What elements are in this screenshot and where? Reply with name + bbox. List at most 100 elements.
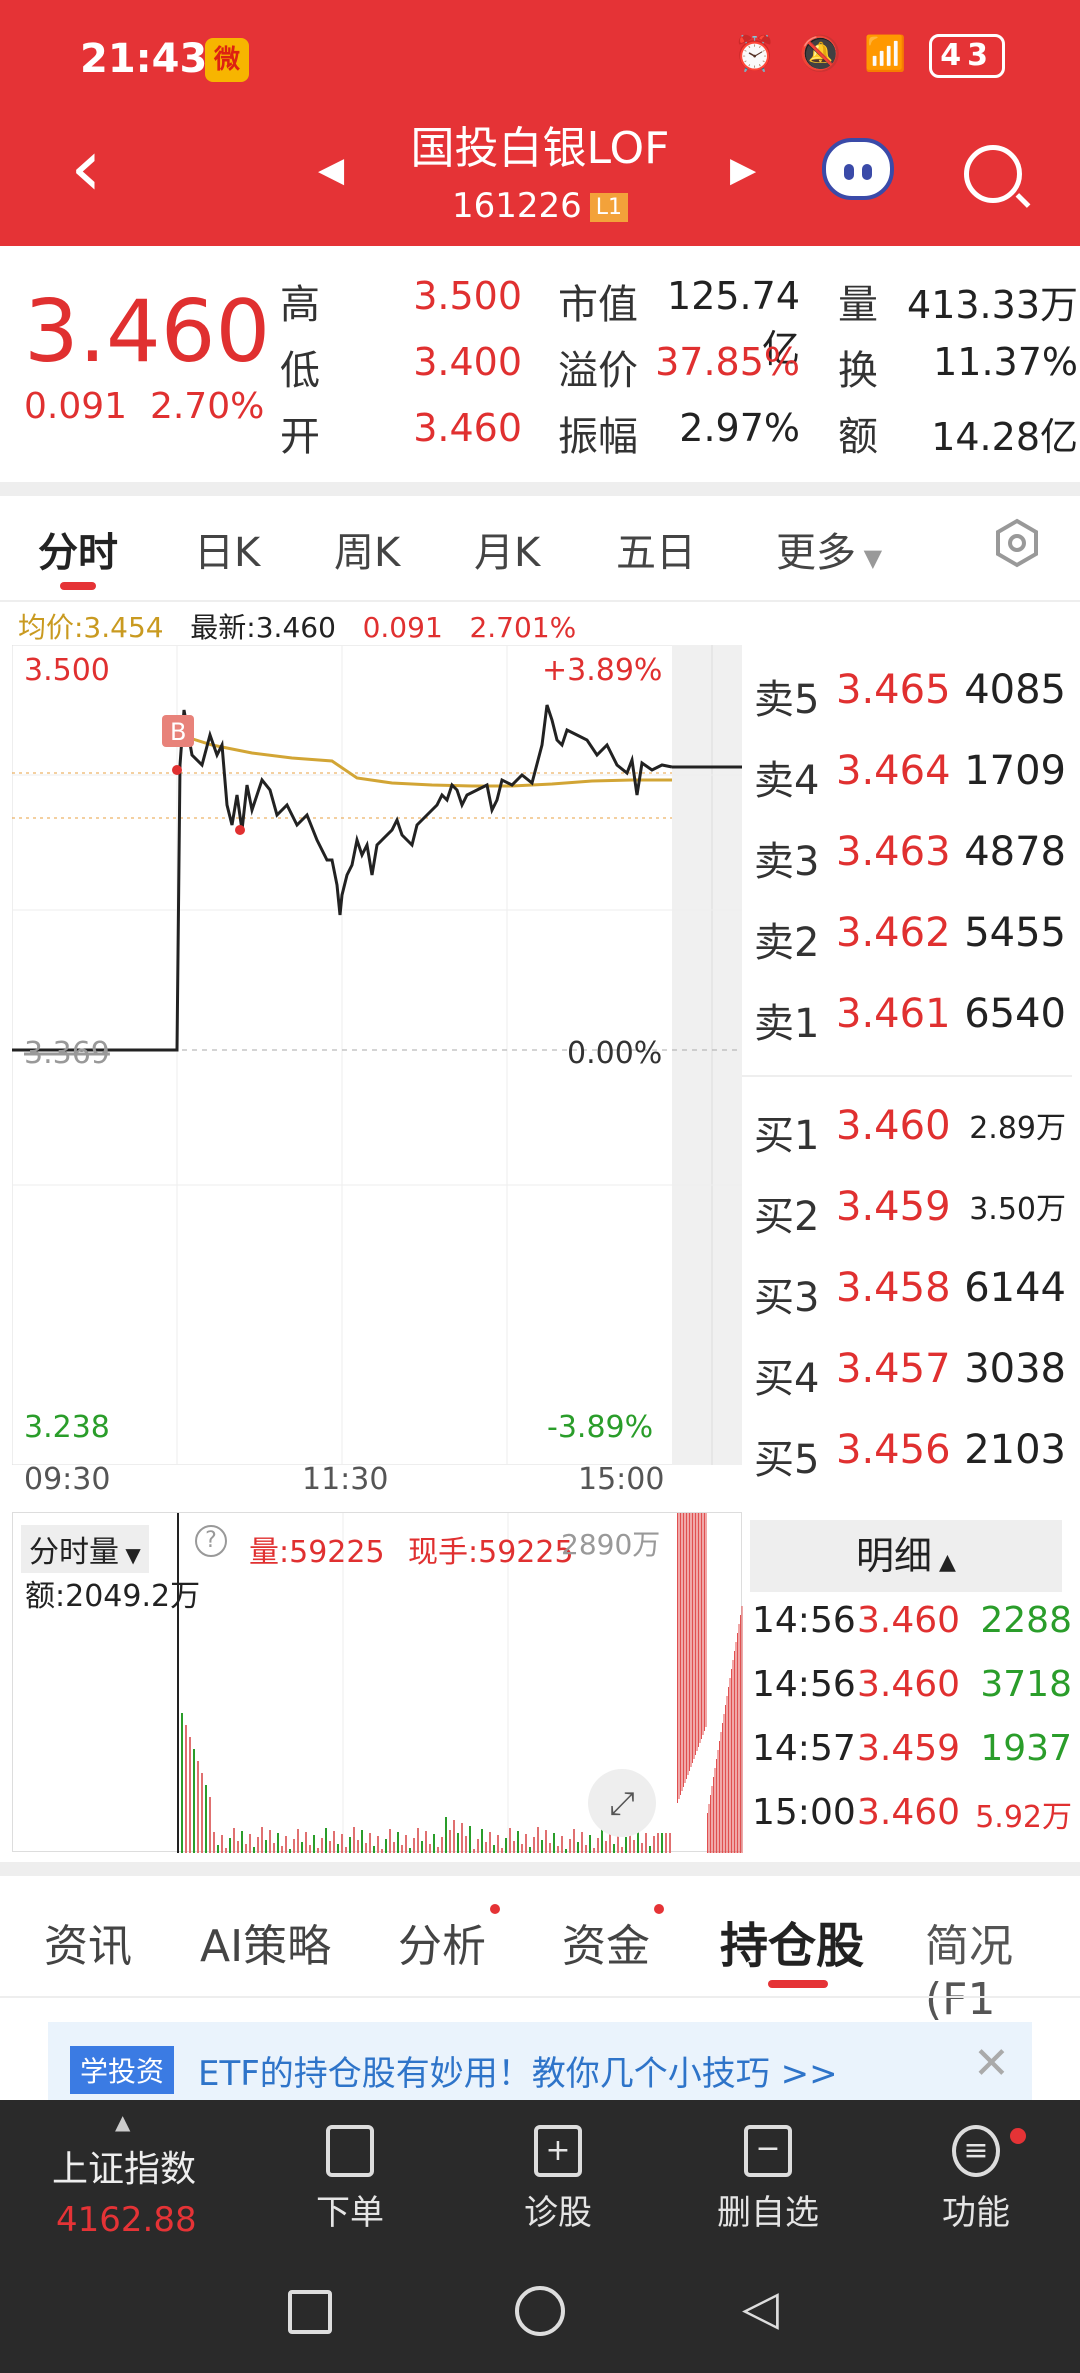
tab-weekly-k[interactable]: 周K [334, 520, 400, 578]
tip-banner[interactable]: 学投资 ETF的持仓股有妙用！教你几个小技巧 >> ✕ [48, 2022, 1032, 2110]
buy-qty: 3038 [964, 1346, 1066, 1392]
sell-order-row[interactable]: 卖2 3.462 5455 [742, 910, 1080, 970]
time-axis: 09:30 11:30 15:00 [0, 1462, 745, 1502]
buy-order-row[interactable]: 买1 3.460 2.89万 [742, 1103, 1080, 1163]
intraday-chart[interactable]: B 3.500 +3.89% 3.369 0.00% 3.238 -3.89% [11, 644, 743, 1466]
time-1500: 15:00 [578, 1462, 665, 1497]
index-value: 4162.88 [56, 2200, 197, 2240]
tab-funds[interactable]: 资金 [562, 1910, 650, 1974]
volume-bar [225, 1848, 227, 1853]
volume-bar [265, 1840, 267, 1853]
buy-qty: 2.89万 [969, 1111, 1066, 1146]
tab-profile[interactable]: 简况(F1 [925, 1910, 1080, 2025]
volume-bar [714, 1768, 716, 1853]
nav-remove-watch[interactable]: − 删自选 [708, 2125, 828, 2234]
volume-bar [593, 1848, 595, 1853]
tab-more[interactable]: 更多 ▼ [776, 520, 882, 578]
home-icon[interactable] [515, 2286, 565, 2336]
buy-marker-label: B [170, 718, 186, 746]
sell-qty: 5455 [964, 910, 1066, 956]
volume-bar [373, 1846, 375, 1853]
caret-down-icon: ▼ [119, 1543, 141, 1567]
tab-holdings[interactable]: 持仓股 [720, 1906, 864, 1976]
nav-diagnose[interactable]: + 诊股 [508, 2125, 608, 2234]
volume-bar [421, 1841, 423, 1853]
volume-bar [704, 1513, 705, 1731]
tab-ai-strategy[interactable]: AI策略 [200, 1910, 331, 1974]
tab-five-day[interactable]: 五日 [616, 520, 696, 578]
sell-qty: 6540 [964, 991, 1066, 1037]
volume-bar [692, 1513, 693, 1763]
code-text: 161226 [451, 186, 582, 226]
search-icon[interactable] [964, 145, 1022, 203]
volume-bar [297, 1829, 299, 1853]
detail-header[interactable]: 明细 ▲ [750, 1520, 1062, 1592]
buy-order-row[interactable]: 买5 3.456 2103 [742, 1427, 1080, 1487]
next-stock-icon[interactable]: ▶ [730, 150, 756, 190]
stock-code: 161226 L1 [0, 186, 1080, 226]
volume-bar [569, 1839, 571, 1853]
sell-qty: 4878 [964, 829, 1066, 875]
volume-bar [357, 1840, 359, 1853]
chart-top-price: 3.500 [24, 653, 110, 688]
volume-bar [237, 1841, 239, 1853]
volume-bar [719, 1741, 720, 1853]
buy-order-row[interactable]: 买4 3.457 3038 [742, 1346, 1080, 1406]
amount-value: 14.28亿 [931, 415, 1078, 459]
volume-bar [293, 1839, 295, 1853]
index-name[interactable]: 上证指数 [52, 2140, 196, 2192]
detail-title: 明细 [856, 1534, 933, 1578]
status-time: 21:43 [80, 36, 208, 82]
close-icon[interactable]: ✕ [973, 2038, 1010, 2089]
volume-bar [361, 1830, 363, 1853]
tab-news[interactable]: 资讯 [44, 1910, 132, 1974]
volume-bar [513, 1841, 515, 1853]
nav-remove-label: 删自选 [717, 2193, 819, 2233]
robot-assistant-icon[interactable] [822, 138, 894, 200]
tab-analysis[interactable]: 分析 [398, 1910, 486, 1974]
sell-price: 3.464 [836, 748, 951, 794]
sell-order-row[interactable]: 卖4 3.464 1709 [742, 748, 1080, 808]
tab-monthly-k[interactable]: 月K [474, 520, 540, 578]
detail-qty: 2288 [980, 1600, 1072, 1641]
volume-bar [553, 1833, 555, 1853]
volume-bar [397, 1832, 399, 1853]
volume-bar [469, 1826, 471, 1853]
sell-order-row[interactable]: 卖5 3.465 4085 [742, 667, 1080, 727]
volume-bar [481, 1829, 483, 1853]
volume-chart[interactable]: 分时量 ▼ ? 量:59225 现手:59225 2890万 额:2049.2万… [12, 1512, 744, 1853]
volume-bar [409, 1848, 411, 1853]
recent-apps-icon[interactable] [288, 2290, 332, 2334]
volume-bar [353, 1827, 355, 1853]
tab-daily-k[interactable]: 日K [194, 520, 260, 578]
volume-bar [401, 1845, 403, 1853]
volume-mode-select[interactable]: 分时量 ▼ [21, 1525, 149, 1573]
volume-bar [695, 1513, 696, 1755]
volume-bar [565, 1849, 567, 1853]
buy-order-row[interactable]: 买2 3.459 3.50万 [742, 1184, 1080, 1244]
nav-order[interactable]: 下单 [300, 2125, 400, 2234]
sell-order-row[interactable]: 卖1 3.461 6540 [742, 991, 1080, 1051]
back-nav-icon[interactable]: ◁ [742, 2280, 779, 2336]
alarm-icon: ⏰ [733, 34, 783, 74]
volume-bar [345, 1847, 347, 1853]
volume-bar [461, 1823, 463, 1853]
buy-price: 3.457 [836, 1346, 951, 1392]
volume-bar [337, 1844, 339, 1853]
volume-bar [289, 1849, 291, 1853]
funds-dot [654, 1904, 664, 1914]
tab-intraday[interactable]: 分时 [38, 520, 118, 578]
expand-icon[interactable]: ⤢ [588, 1769, 656, 1837]
nav-functions[interactable]: ≡ 功能 [926, 2125, 1026, 2234]
tabs-divider [0, 600, 1080, 602]
buy-order-row[interactable]: 买3 3.458 6144 [742, 1265, 1080, 1325]
settings-hex-icon[interactable] [992, 518, 1042, 568]
chart-pct: 2.701% [469, 611, 577, 644]
volume-bar [722, 1723, 723, 1853]
volume-bar [317, 1848, 319, 1853]
volume-bar [680, 1513, 681, 1795]
sell-order-row[interactable]: 卖3 3.463 4878 [742, 829, 1080, 889]
volume-bar [509, 1828, 511, 1853]
help-icon[interactable]: ? [195, 1525, 227, 1557]
detail-qty: 5.92万 [975, 1800, 1072, 1835]
